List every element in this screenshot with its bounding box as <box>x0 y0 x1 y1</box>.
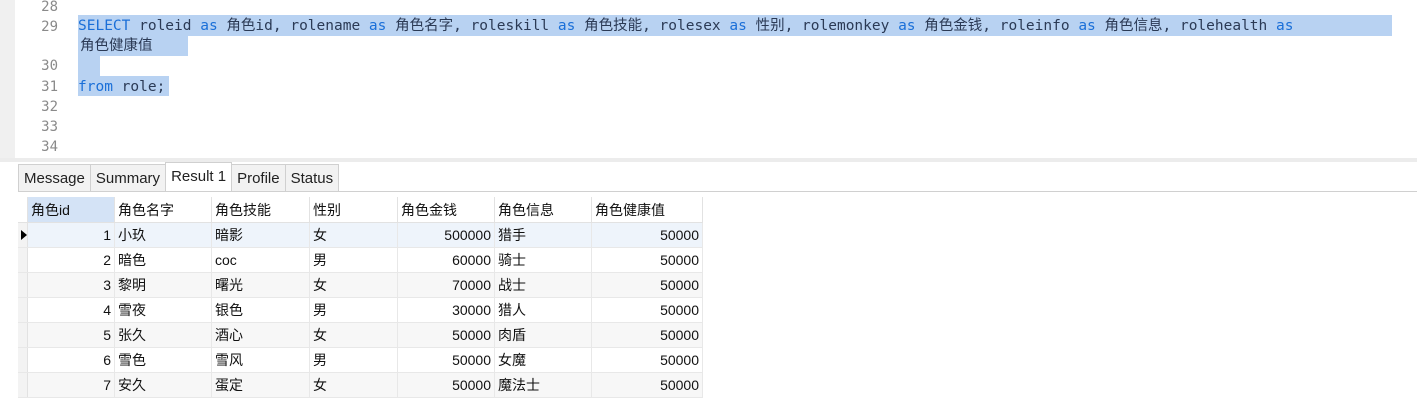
line-number: 30 <box>41 58 58 74</box>
table-cell[interactable]: 酒心 <box>211 322 310 348</box>
table-cell[interactable]: 战士 <box>494 272 592 298</box>
sql-editor[interactable]: 28 29 30 31 32 33 34 SELECT roleid as 角色… <box>0 0 1417 158</box>
table-cell[interactable]: 暗影 <box>211 222 310 248</box>
column-header[interactable]: 角色金钱 <box>397 197 495 223</box>
row-indicator[interactable] <box>18 372 28 398</box>
table-row[interactable]: 4 雪夜 银色男 30000 猎人 50000 <box>18 297 703 323</box>
row-indicator[interactable] <box>18 222 28 248</box>
line-number: 32 <box>41 99 58 115</box>
table-cell[interactable]: 50000 <box>591 297 703 323</box>
table-cell[interactable]: 骑士 <box>494 247 592 273</box>
table-cell[interactable]: 60000 <box>397 247 495 273</box>
sql-line-29-wrap: 角色健康值 <box>80 38 153 54</box>
result-grid[interactable]: 角色id 角色名字 角色技能 性别 角色金钱 角色信息 角色健康值 1 小玖 暗影女… <box>18 197 703 398</box>
table-cell[interactable]: 50000 <box>591 322 703 348</box>
table-cell[interactable]: 女 <box>309 322 398 348</box>
table-row[interactable]: 7 安久 蛋定女 50000 魔法士 50000 <box>18 372 703 398</box>
selection-highlight <box>78 56 100 76</box>
row-indicator[interactable] <box>18 322 28 348</box>
table-row[interactable]: 1 小玖 暗影女 500000 猎手 50000 <box>18 222 703 248</box>
table-cell[interactable]: 50000 <box>397 372 495 398</box>
line-number: 28 <box>41 0 58 15</box>
table-cell[interactable]: 女魔 <box>494 347 592 373</box>
table-cell[interactable]: 4 <box>27 297 115 323</box>
table-cell[interactable]: 50000 <box>591 272 703 298</box>
table-cell[interactable]: coc <box>211 247 310 273</box>
line-number: 33 <box>41 119 58 135</box>
editor-gutter <box>0 0 15 158</box>
table-cell[interactable]: 3 <box>27 272 115 298</box>
table-cell[interactable]: 猎手 <box>494 222 592 248</box>
column-header[interactable]: 角色健康值 <box>591 197 703 223</box>
sql-line-31: from role; <box>78 79 166 95</box>
tab-status[interactable]: Status <box>284 164 340 191</box>
table-cell[interactable]: 女 <box>309 372 398 398</box>
column-header[interactable]: 角色名字 <box>114 197 212 223</box>
tab-underline <box>18 191 1417 192</box>
table-cell[interactable]: 男 <box>309 247 398 273</box>
table-cell[interactable]: 30000 <box>397 297 495 323</box>
table-cell[interactable]: 500000 <box>397 222 495 248</box>
column-header[interactable]: 角色技能 <box>211 197 310 223</box>
tab-result-1[interactable]: Result 1 <box>165 162 233 191</box>
table-row[interactable]: 5 张久 酒心女 50000 肉盾 50000 <box>18 322 703 348</box>
grid-body: 1 小玖 暗影女 500000 猎手 50000 2 暗色 coc 男 60000 骑士 50000 3 黎… <box>18 222 703 398</box>
tab-message[interactable]: Message <box>18 164 91 191</box>
table-cell[interactable]: 银色 <box>211 297 310 323</box>
sql-keyword: SELECT <box>78 18 131 34</box>
table-cell[interactable]: 曙光 <box>211 272 310 298</box>
row-indicator[interactable] <box>18 247 28 273</box>
table-cell[interactable]: 暗色 <box>114 247 212 273</box>
row-indicator[interactable] <box>18 347 28 373</box>
tab-summary[interactable]: Summary <box>89 164 167 191</box>
table-cell[interactable]: 1 <box>27 222 115 248</box>
table-cell[interactable]: 猎人 <box>494 297 592 323</box>
table-cell[interactable]: 男 <box>309 297 398 323</box>
column-header[interactable]: 性别 <box>309 197 398 223</box>
table-row[interactable]: 2 暗色 coc 男 60000 骑士 50000 <box>18 247 703 273</box>
table-row[interactable]: 6 雪色 雪风男 50000 女魔 50000 <box>18 347 703 373</box>
table-cell[interactable]: 女 <box>309 272 398 298</box>
table-cell[interactable]: 50000 <box>397 347 495 373</box>
table-cell[interactable]: 肉盾 <box>494 322 592 348</box>
table-row[interactable]: 3 黎明 曙光女 70000 战士 50000 <box>18 272 703 298</box>
table-cell[interactable]: 雪色 <box>114 347 212 373</box>
table-cell[interactable]: 5 <box>27 322 115 348</box>
current-row-arrow-icon <box>21 230 27 240</box>
row-indicator[interactable] <box>18 297 28 323</box>
table-cell[interactable]: 雪夜 <box>114 297 212 323</box>
sql-line-29: SELECT roleid as 角色id, rolename as 角色名字,… <box>78 18 1294 34</box>
column-header[interactable]: 角色id <box>27 197 115 223</box>
table-cell[interactable]: 张久 <box>114 322 212 348</box>
column-header[interactable]: 角色信息 <box>494 197 592 223</box>
table-cell[interactable]: 黎明 <box>114 272 212 298</box>
table-cell[interactable]: 50000 <box>591 222 703 248</box>
table-cell[interactable]: 小玖 <box>114 222 212 248</box>
line-number: 34 <box>41 139 58 155</box>
table-cell[interactable]: 70000 <box>397 272 495 298</box>
tab-profile[interactable]: Profile <box>231 164 286 191</box>
table-cell[interactable]: 女 <box>309 222 398 248</box>
table-cell[interactable]: 雪风 <box>211 347 310 373</box>
sql-keyword: from <box>78 79 113 95</box>
table-cell[interactable]: 魔法士 <box>494 372 592 398</box>
line-number: 31 <box>41 79 58 95</box>
table-cell[interactable]: 7 <box>27 372 115 398</box>
row-indicator[interactable] <box>18 272 28 298</box>
table-cell[interactable]: 男 <box>309 347 398 373</box>
table-cell[interactable]: 2 <box>27 247 115 273</box>
table-cell[interactable]: 6 <box>27 347 115 373</box>
table-cell[interactable]: 蛋定 <box>211 372 310 398</box>
table-cell[interactable]: 安久 <box>114 372 212 398</box>
table-cell[interactable]: 50000 <box>397 322 495 348</box>
row-indicator-header <box>18 197 28 223</box>
result-tabs: Message Summary Result 1 Profile Status <box>18 162 340 191</box>
table-cell[interactable]: 50000 <box>591 372 703 398</box>
table-cell[interactable]: 50000 <box>591 347 703 373</box>
line-number: 29 <box>41 19 58 35</box>
table-cell[interactable]: 50000 <box>591 247 703 273</box>
